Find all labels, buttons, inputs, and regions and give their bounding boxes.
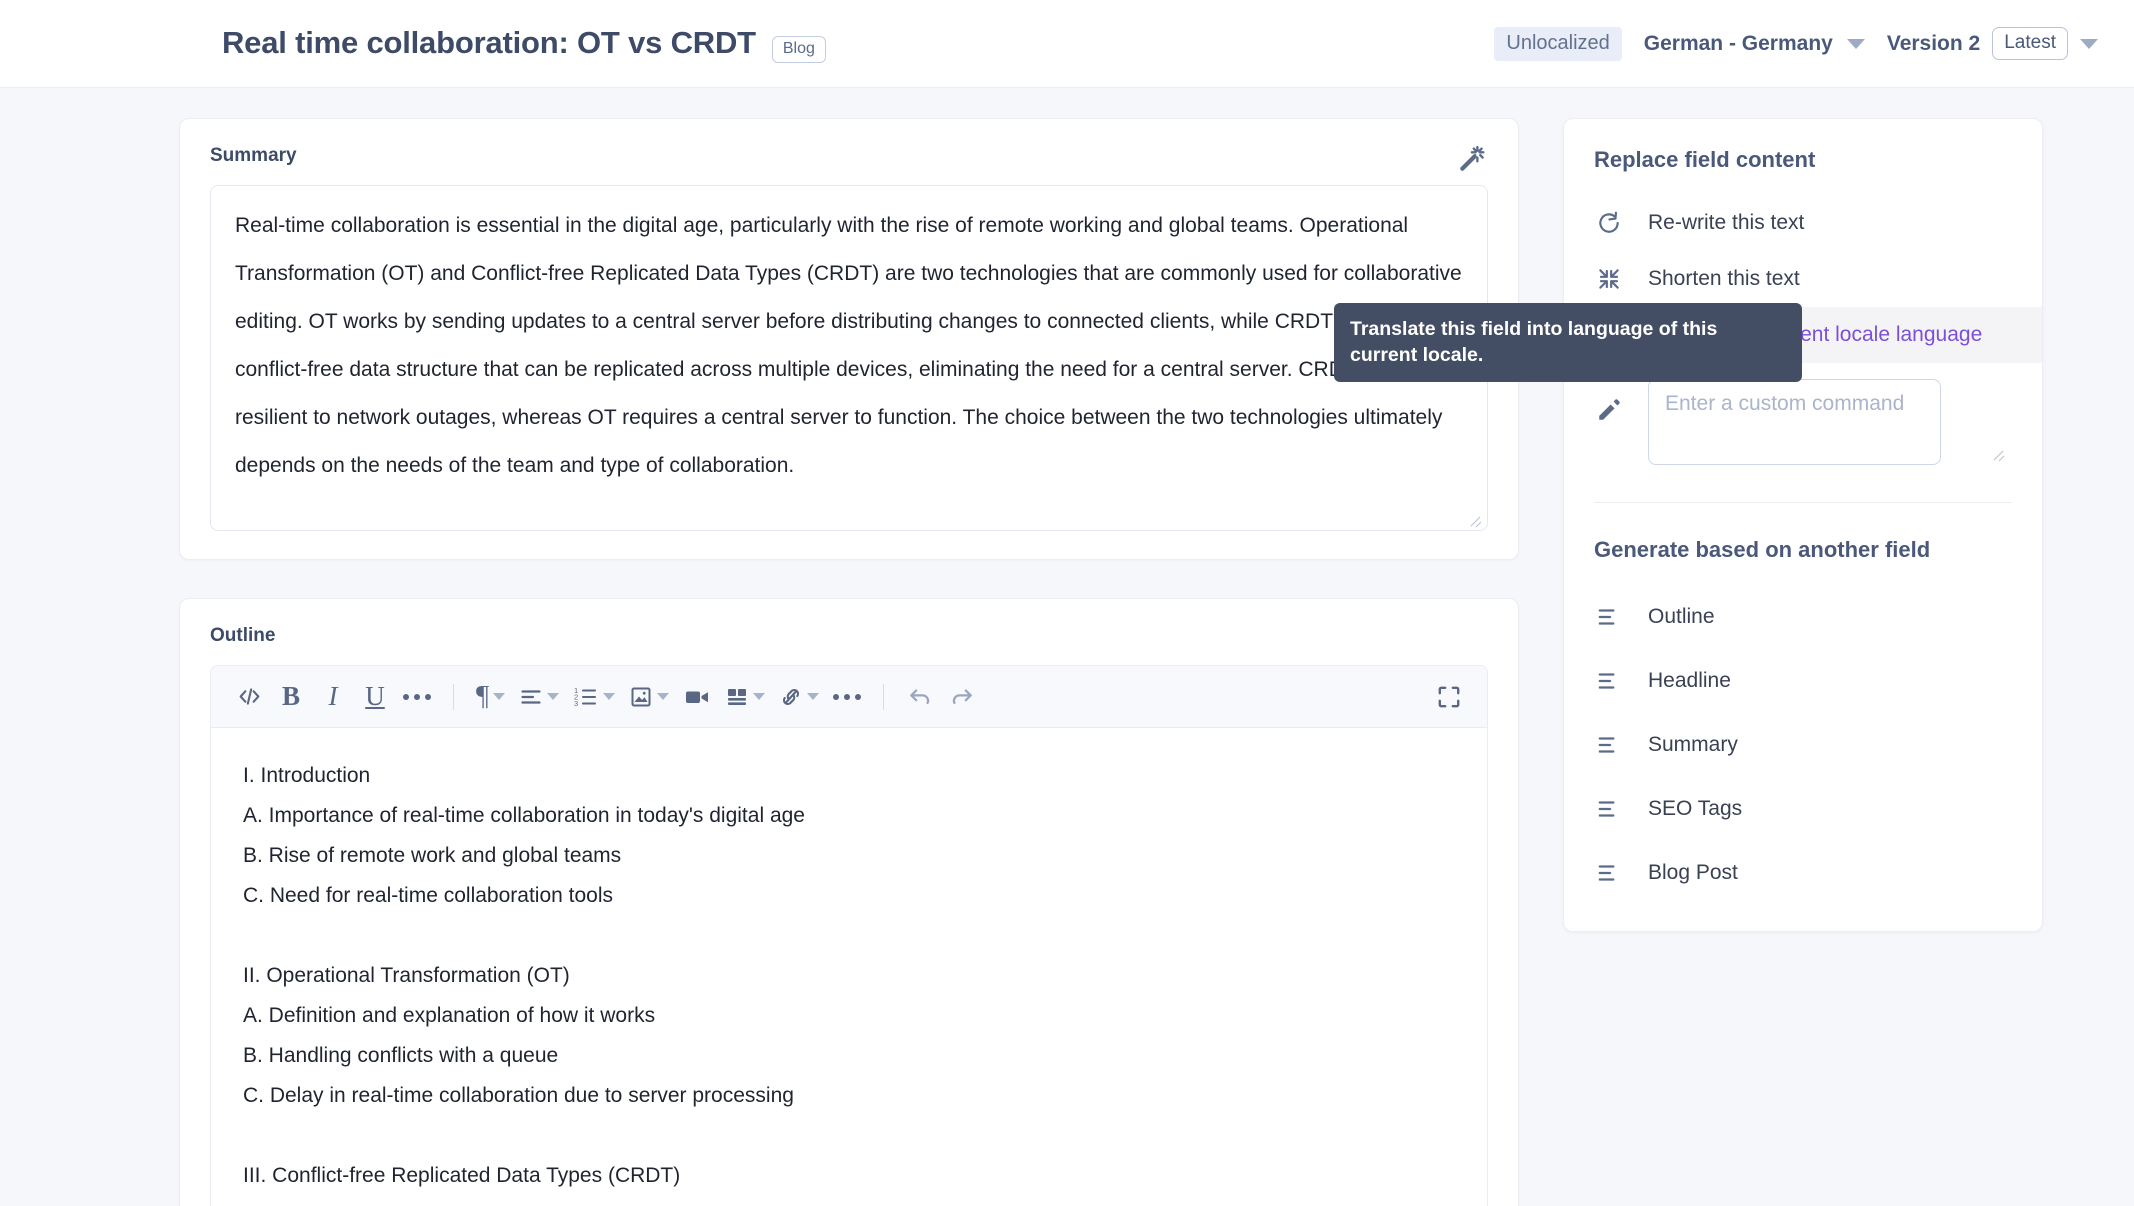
outline-line: B. Rise of remote work and global teams [243, 844, 622, 867]
panel-divider [1594, 502, 2012, 503]
action-label: Summary [1648, 733, 1738, 756]
underline-icon[interactable]: U [355, 676, 395, 718]
ai-actions-card: Replace field content Re-write this text [1563, 118, 2043, 932]
outline-line: II. Operational Transformation (OT) [243, 964, 570, 987]
undo-icon[interactable] [900, 676, 940, 718]
replace-field-content-heading: Replace field content [1594, 147, 1816, 172]
action-shorten-this-text[interactable]: Shorten this text [1564, 251, 2042, 307]
action-label: Headline [1648, 669, 1731, 692]
locale-selector[interactable]: German - Germany [1644, 32, 1865, 56]
more-text-styles-icon[interactable] [397, 676, 437, 718]
outline-line [243, 916, 1455, 956]
lines-list-icon [1594, 730, 1624, 760]
title-group: Real time collaboration: OT vs CRDT Blog [222, 25, 826, 63]
outline-line: III. Conflict-free Replicated Data Types… [243, 1164, 681, 1187]
generate-based-on-another-field-heading: Generate based on another field [1594, 537, 1931, 562]
align-icon[interactable] [513, 676, 565, 718]
magic-wand-icon[interactable] [1458, 143, 1488, 173]
outline-line: A. Definition and explanation of how it … [243, 1004, 656, 1027]
rewrite-refresh-icon [1594, 208, 1624, 238]
generate-action-seo-tags[interactable]: SEO Tags [1564, 777, 2042, 841]
outline-line [243, 1116, 1455, 1156]
custom-command-wrapper [1648, 379, 2012, 470]
summary-textarea[interactable]: Real-time collaboration is essential in … [210, 185, 1488, 531]
paragraph-format-icon[interactable]: ¶ [470, 676, 511, 718]
generate-action-headline[interactable]: Headline [1564, 649, 2042, 713]
outline-editor-content[interactable]: I. Introduction A. Importance of real-tim… [211, 728, 1487, 1206]
fields-column: Summary Real-time collaboration is essen… [179, 118, 1519, 1206]
insert-image-icon[interactable] [623, 676, 675, 718]
redo-icon[interactable] [942, 676, 982, 718]
toolbar-divider [453, 683, 454, 710]
outline-field-card: Outline B I U ¶ 1 2 3 I. Introduction A.… [179, 598, 1519, 1206]
generate-action-summary[interactable]: Summary [1564, 713, 2042, 777]
action-label: Blog Post [1648, 861, 1738, 884]
insert-video-icon[interactable] [677, 676, 717, 718]
summary-field-label: Summary [210, 145, 297, 166]
resize-handle-icon[interactable] [1991, 446, 2005, 460]
outline-line: A. Definition and explanation of how it … [243, 1196, 1455, 1206]
chevron-down-icon [2080, 38, 2098, 49]
outline-line: B. Handling conflicts with a queue [243, 1044, 559, 1067]
outline-line: I. Introduction [243, 764, 371, 787]
app-header: Real time collaboration: OT vs CRDT Blog… [0, 0, 2134, 88]
action-label: Outline [1648, 605, 1715, 628]
fullscreen-icon[interactable] [1429, 676, 1469, 718]
outline-field-label: Outline [210, 625, 276, 646]
lines-list-icon [1594, 602, 1624, 632]
lines-list-icon [1594, 794, 1624, 824]
svg-text:3: 3 [574, 699, 578, 708]
translate-tooltip: Translate this field into language of th… [1334, 303, 1802, 382]
page-body: Summary Real-time collaboration is essen… [0, 88, 2134, 1206]
summary-field-card: Summary Real-time collaboration is essen… [179, 118, 1519, 560]
action-rewrite-this-text[interactable]: Re-write this text [1564, 195, 2042, 251]
lines-list-icon [1594, 666, 1624, 696]
editor-toolbar: B I U ¶ 1 2 3 [211, 666, 1487, 728]
version-latest-badge: Latest [1992, 27, 2068, 60]
italic-icon[interactable]: I [313, 676, 353, 718]
toolbar-divider [883, 683, 885, 710]
insert-table-icon[interactable] [719, 676, 771, 718]
content-type-badge[interactable]: Blog [771, 35, 826, 63]
version-selector[interactable]: Version 2 Latest [1887, 27, 2098, 60]
summary-card-header: Summary [210, 145, 1488, 185]
rich-text-editor: B I U ¶ 1 2 3 I. Introduction A. Importa… [210, 665, 1488, 1206]
summary-text-value: Real-time collaboration is essential in … [235, 214, 1462, 477]
resize-handle-icon[interactable] [1468, 512, 1482, 526]
more-options-icon[interactable] [827, 676, 867, 718]
page-title: Real time collaboration: OT vs CRDT [222, 24, 756, 60]
code-view-icon[interactable] [229, 676, 269, 718]
insert-link-icon[interactable] [773, 676, 825, 718]
chevron-down-icon [1846, 38, 1865, 49]
generate-actions-list: Outline Headline Summary SEO Tags Blog Post [1564, 585, 2042, 905]
outline-line: C. Need for real-time collaboration tool… [243, 884, 614, 907]
custom-command-row [1564, 363, 2042, 490]
lines-list-icon [1594, 858, 1624, 888]
generate-action-outline[interactable]: Outline [1564, 585, 2042, 649]
pencil-icon [1594, 395, 1624, 425]
status-badge-unlocalized: Unlocalized [1494, 26, 1622, 61]
action-label: Re-write this text [1648, 211, 1805, 234]
shorten-arrows-icon [1594, 264, 1624, 294]
action-label: Shorten this text [1648, 267, 1800, 290]
generate-action-blog-post[interactable]: Blog Post [1564, 841, 2042, 905]
outline-line: A. Importance of real-time collaboration… [243, 804, 805, 827]
outline-line: C. Delay in real-time collaboration due … [243, 1084, 794, 1107]
custom-command-input[interactable] [1648, 379, 1941, 465]
action-label: SEO Tags [1648, 797, 1743, 820]
ordered-list-icon[interactable]: 1 2 3 [567, 676, 621, 718]
ai-assistant-panel: Replace field content Re-write this text [1334, 118, 2043, 932]
version-label: Version 2 [1886, 31, 1981, 55]
bold-icon[interactable]: B [271, 676, 311, 718]
locale-selector-label: German - Germany [1643, 31, 1833, 55]
header-controls: Unlocalized German - Germany Version 2 L… [1494, 26, 2098, 61]
